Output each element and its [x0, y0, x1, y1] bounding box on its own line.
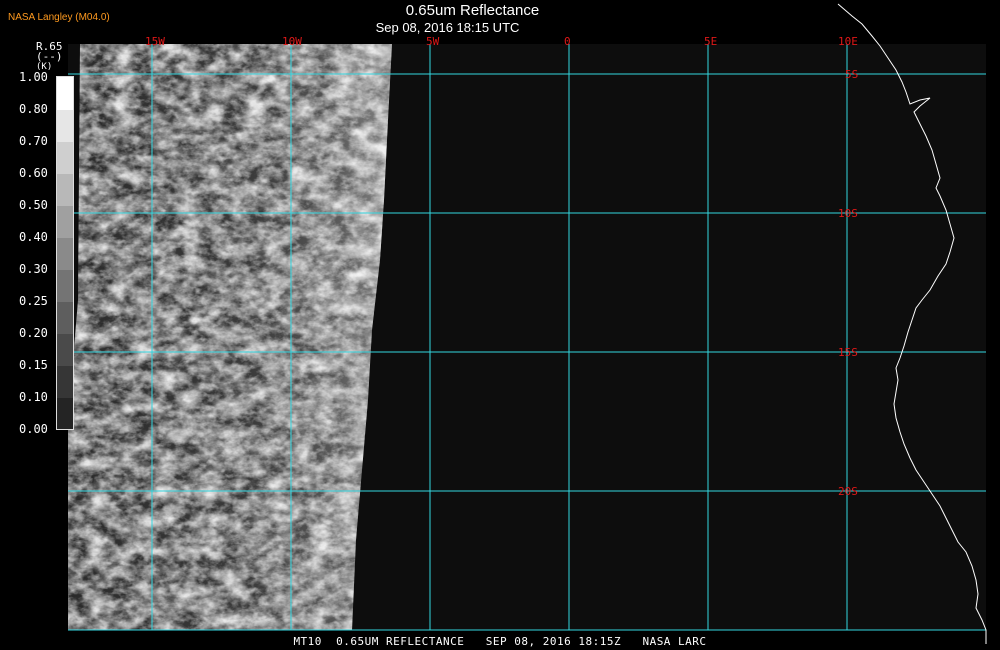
lon-label-0: 0: [564, 35, 571, 48]
map-labels: 15W 10W 5W 0 5E 10E 5S 10S 15S 20S: [145, 35, 858, 498]
lon-label-15w: 15W: [145, 35, 165, 48]
footer-caption: MT10 0.65UM REFLECTANCE SEP 08, 2016 18:…: [293, 635, 707, 648]
lon-label-10e: 10E: [838, 35, 858, 48]
lat-label-20s: 20S: [838, 485, 858, 498]
lon-label-10w: 10W: [282, 35, 302, 48]
lat-label-10s: 10S: [838, 207, 858, 220]
lat-label-5s: 5S: [845, 68, 858, 81]
lon-label-5e: 5E: [704, 35, 717, 48]
lat-label-15s: 15S: [838, 346, 858, 359]
lon-label-5w: 5W: [426, 35, 440, 48]
